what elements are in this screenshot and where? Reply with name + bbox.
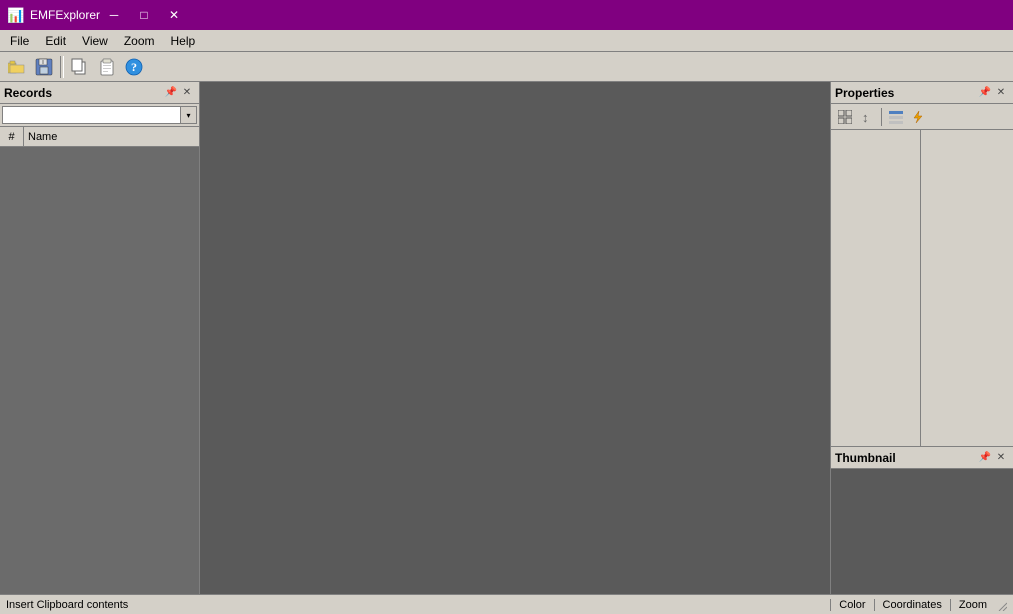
- svg-text:↕: ↕: [862, 110, 869, 124]
- window-controls: ─ □ ✕: [100, 5, 188, 25]
- properties-list-button[interactable]: [886, 107, 906, 127]
- properties-panel-header: Properties 📌 ✕: [831, 82, 1013, 104]
- records-body: [0, 147, 199, 594]
- close-button[interactable]: ✕: [160, 5, 188, 25]
- records-title: Records: [4, 86, 163, 100]
- properties-grid-button[interactable]: [835, 107, 855, 127]
- properties-toolbar: ↕: [831, 104, 1013, 130]
- records-col-name-header: Name: [24, 127, 199, 146]
- records-panel: Records 📌 ✕ ▾ # Name: [0, 82, 200, 594]
- properties-content: [831, 130, 1013, 446]
- toolbar-save-button[interactable]: [31, 55, 57, 79]
- thumbnail-panel: Thumbnail 📌 ✕: [830, 446, 1013, 594]
- records-close-button[interactable]: ✕: [179, 85, 195, 101]
- status-text: Insert Clipboard contents: [6, 599, 830, 611]
- properties-col-right: [921, 130, 1013, 446]
- properties-close-button[interactable]: ✕: [993, 85, 1009, 101]
- properties-lightning-button[interactable]: [908, 107, 928, 127]
- toolbar-help-button[interactable]: ?: [121, 55, 147, 79]
- records-search-bar: ▾: [0, 104, 199, 127]
- records-col-num-header: #: [0, 127, 24, 146]
- thumbnail-pin-button[interactable]: 📌: [977, 450, 993, 466]
- svg-text:?: ?: [131, 60, 137, 74]
- app-title: EMFExplorer: [30, 8, 100, 22]
- status-coordinates: Coordinates: [874, 599, 950, 611]
- status-sections: Color Coordinates Zoom: [830, 599, 995, 611]
- properties-pin-button[interactable]: 📌: [977, 85, 993, 101]
- minimize-button[interactable]: ─: [100, 5, 128, 25]
- toolbar-separator-1: [60, 56, 64, 78]
- toolbar-copy-button[interactable]: [67, 55, 93, 79]
- properties-panel: Properties 📌 ✕ ↕: [830, 82, 1013, 446]
- thumbnail-close-button[interactable]: ✕: [993, 450, 1009, 466]
- main-layout: Records 📌 ✕ ▾ # Name Properties 📌 ✕: [0, 82, 1013, 594]
- canvas-area: [200, 82, 830, 594]
- maximize-button[interactable]: □: [130, 5, 158, 25]
- toolbar-paste-button[interactable]: [94, 55, 120, 79]
- menu-view[interactable]: View: [74, 30, 116, 51]
- resize-grip[interactable]: [995, 599, 1007, 611]
- app-icon: 📊: [8, 7, 24, 23]
- properties-toolbar-sep: [881, 108, 882, 126]
- properties-col-left: [831, 130, 921, 446]
- properties-title: Properties: [835, 86, 977, 100]
- menu-help[interactable]: Help: [163, 30, 204, 51]
- properties-sort-button[interactable]: ↕: [857, 107, 877, 127]
- menubar: File Edit View Zoom Help: [0, 30, 1013, 52]
- menu-file[interactable]: File: [2, 30, 37, 51]
- records-table-header: # Name: [0, 127, 199, 147]
- toolbar: ?: [0, 52, 1013, 82]
- status-zoom: Zoom: [950, 599, 995, 611]
- thumbnail-title: Thumbnail: [835, 451, 977, 465]
- records-pin-button[interactable]: 📌: [163, 85, 179, 101]
- records-panel-header: Records 📌 ✕: [0, 82, 199, 104]
- menu-edit[interactable]: Edit: [37, 30, 74, 51]
- right-column: Properties 📌 ✕ ↕: [830, 82, 1013, 594]
- menu-zoom[interactable]: Zoom: [116, 30, 163, 51]
- statusbar: Insert Clipboard contents Color Coordina…: [0, 594, 1013, 614]
- records-search-input[interactable]: [2, 106, 181, 124]
- thumbnail-body: [831, 469, 1013, 594]
- records-search-dropdown-button[interactable]: ▾: [181, 106, 197, 124]
- status-color: Color: [830, 599, 873, 611]
- thumbnail-panel-header: Thumbnail 📌 ✕: [831, 447, 1013, 469]
- toolbar-open-button[interactable]: [4, 55, 30, 79]
- titlebar: 📊 EMFExplorer ─ □ ✕: [0, 0, 1013, 30]
